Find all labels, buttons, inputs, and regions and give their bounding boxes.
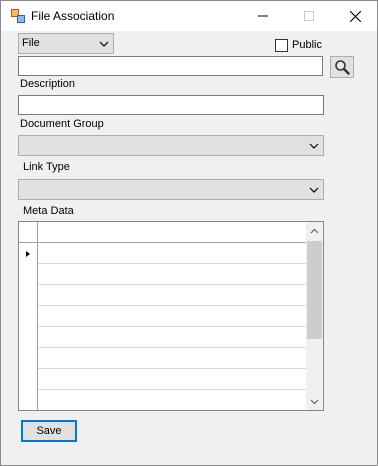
title-bar[interactable]: File Association <box>1 1 377 31</box>
grid-column-header[interactable] <box>38 222 306 243</box>
chevron-down-icon <box>310 399 319 404</box>
document-group-label: Document Group <box>20 118 104 130</box>
table-row[interactable] <box>38 369 306 390</box>
grid-body[interactable] <box>19 222 306 410</box>
save-button[interactable]: Save <box>21 420 77 442</box>
public-checkbox-group[interactable]: Public <box>275 38 322 52</box>
chevron-down-icon <box>99 41 109 47</box>
magnifier-icon <box>335 60 350 75</box>
chevron-up-icon <box>310 228 319 233</box>
chevron-down-icon <box>309 143 319 149</box>
maximize-icon <box>304 11 314 21</box>
minimize-icon <box>258 15 268 17</box>
meta-data-label: Meta Data <box>23 205 74 217</box>
table-row[interactable] <box>38 306 306 327</box>
link-type-select[interactable] <box>18 179 324 200</box>
window-title: File Association <box>31 9 115 23</box>
search-button[interactable] <box>330 56 354 78</box>
row-pointer-icon <box>26 251 30 257</box>
table-row[interactable] <box>38 264 306 285</box>
description-input[interactable] <box>18 95 324 115</box>
table-row[interactable] <box>38 348 306 369</box>
link-type-label: Link Type <box>23 161 70 173</box>
chevron-down-icon <box>309 187 319 193</box>
type-select-value: File <box>22 37 40 49</box>
file-association-window: File Association File Public Description… <box>0 0 378 466</box>
table-row[interactable] <box>38 390 306 410</box>
maximize-button[interactable] <box>286 1 332 31</box>
table-row[interactable] <box>38 327 306 348</box>
document-group-select[interactable] <box>18 135 324 156</box>
file-path-input[interactable] <box>18 56 323 76</box>
public-checkbox-label: Public <box>292 39 322 51</box>
meta-data-grid[interactable] <box>18 221 324 411</box>
grid-corner-header[interactable] <box>19 222 38 243</box>
minimize-button[interactable] <box>240 1 286 31</box>
table-row[interactable] <box>38 285 306 306</box>
scroll-up-button[interactable] <box>306 222 323 239</box>
type-select[interactable]: File <box>18 33 114 54</box>
app-icon <box>11 9 25 23</box>
table-row[interactable] <box>38 243 306 264</box>
close-icon <box>349 10 361 22</box>
scroll-thumb[interactable] <box>307 241 322 339</box>
public-checkbox[interactable] <box>275 38 288 52</box>
close-button[interactable] <box>332 1 378 31</box>
grid-vertical-scrollbar[interactable] <box>306 222 323 410</box>
description-label: Description <box>20 78 76 90</box>
grid-row-headers[interactable] <box>19 243 38 410</box>
scroll-down-button[interactable] <box>306 393 323 410</box>
